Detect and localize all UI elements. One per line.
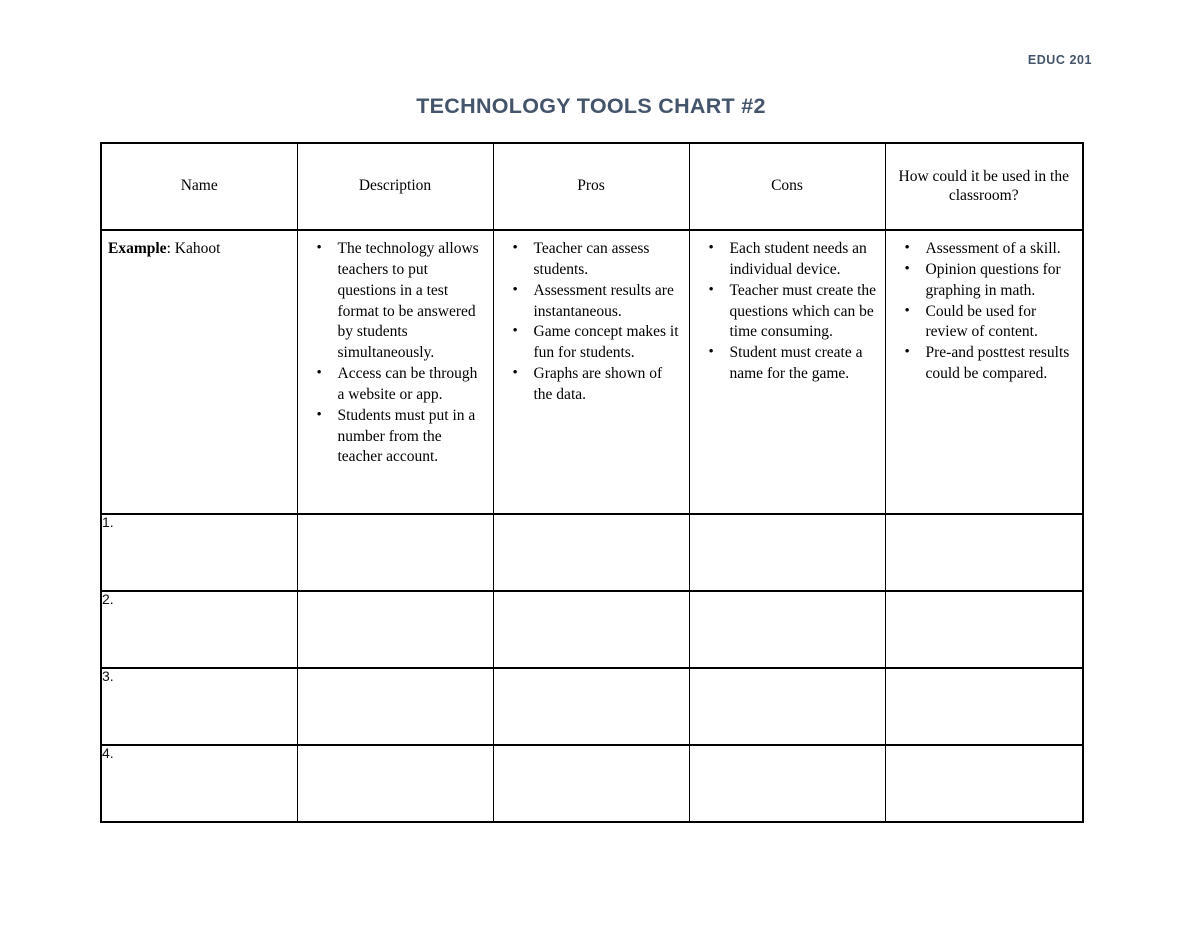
bullet-item: Student must create a name for the game.: [709, 342, 877, 385]
cell-row-number[interactable]: 3.: [100, 667, 298, 746]
cell-classroom-use[interactable]: [884, 513, 1084, 592]
cell-example-classroom-use[interactable]: Assessment of a skill.Opinion questions …: [884, 229, 1084, 515]
cell-cons[interactable]: [688, 667, 886, 746]
cell-pros[interactable]: [492, 667, 690, 746]
example-tool-name: Kahoot: [174, 240, 221, 257]
description-bullet-list: The technology allows teachers to put qu…: [304, 238, 487, 469]
bullet-item: Game concept makes it fun for students.: [513, 321, 681, 364]
bullet-item: Access can be through a website or app.: [317, 363, 485, 406]
cons-bullet-list: Each student needs an individual device.…: [696, 238, 879, 385]
table-row: 3.: [100, 667, 1084, 746]
course-code-header: EDUC 201: [1027, 53, 1092, 67]
cell-description[interactable]: [296, 513, 494, 592]
bullet-item: Teacher can assess students.: [513, 238, 681, 281]
cell-example-name[interactable]: Example: Kahoot: [100, 229, 298, 515]
cell-cons[interactable]: [688, 590, 886, 669]
bullet-item: Assessment of a skill.: [905, 238, 1075, 260]
cell-classroom-use[interactable]: [884, 744, 1084, 823]
cell-cons[interactable]: [688, 513, 886, 592]
cell-example-description[interactable]: The technology allows teachers to put qu…: [296, 229, 494, 515]
bullet-item: Pre-and posttest results could be compar…: [905, 342, 1075, 385]
cell-row-number[interactable]: 2.: [100, 590, 298, 669]
bullet-item: Assessment results are instantaneous.: [513, 280, 681, 323]
table-row: 4.: [100, 744, 1084, 823]
bullet-item: Could be used for review of content.: [905, 301, 1075, 344]
bullet-item: Graphs are shown of the data.: [513, 363, 681, 406]
cell-description[interactable]: [296, 590, 494, 669]
column-header-pros: Pros: [492, 142, 690, 231]
chart-table: Name Description Pros Cons How could it …: [100, 142, 1084, 823]
cell-pros[interactable]: [492, 513, 690, 592]
cell-row-number[interactable]: 1.: [100, 513, 298, 592]
table-row: 1.: [100, 513, 1084, 592]
column-header-name: Name: [100, 142, 298, 231]
column-header-cons: Cons: [688, 142, 886, 231]
column-header-description: Description: [296, 142, 494, 231]
column-header-classroom-use: How could it be used in the classroom?: [884, 142, 1084, 231]
cell-example-pros[interactable]: Teacher can assess students.Assessment r…: [492, 229, 690, 515]
bullet-item: Students must put in a number from the t…: [317, 405, 485, 469]
cell-cons[interactable]: [688, 744, 886, 823]
example-separator: :: [166, 240, 175, 257]
table-header-row: Name Description Pros Cons How could it …: [100, 142, 1084, 231]
cell-description[interactable]: [296, 667, 494, 746]
page-title: TECHNOLOGY TOOLS CHART #2: [416, 94, 766, 118]
classroom-use-bullet-list: Assessment of a skill.Opinion questions …: [892, 238, 1077, 385]
cell-description[interactable]: [296, 744, 494, 823]
cell-classroom-use[interactable]: [884, 667, 1084, 746]
pros-bullet-list: Teacher can assess students.Assessment r…: [500, 238, 683, 406]
table-row: 2.: [100, 590, 1084, 669]
bullet-item: Opinion questions for graphing in math.: [905, 259, 1075, 302]
technology-tools-chart: Name Description Pros Cons How could it …: [100, 142, 1084, 823]
cell-example-cons[interactable]: Each student needs an individual device.…: [688, 229, 886, 515]
cell-row-number[interactable]: 4.: [100, 744, 298, 823]
bullet-item: Each student needs an individual device.: [709, 238, 877, 281]
bullet-item: Teacher must create the questions which …: [709, 280, 877, 344]
cell-pros[interactable]: [492, 744, 690, 823]
table-row-example: Example: Kahoot The technology allows te…: [100, 229, 1084, 515]
cell-classroom-use[interactable]: [884, 590, 1084, 669]
bullet-item: The technology allows teachers to put qu…: [317, 238, 485, 364]
cell-pros[interactable]: [492, 590, 690, 669]
example-label: Example: [108, 240, 167, 257]
